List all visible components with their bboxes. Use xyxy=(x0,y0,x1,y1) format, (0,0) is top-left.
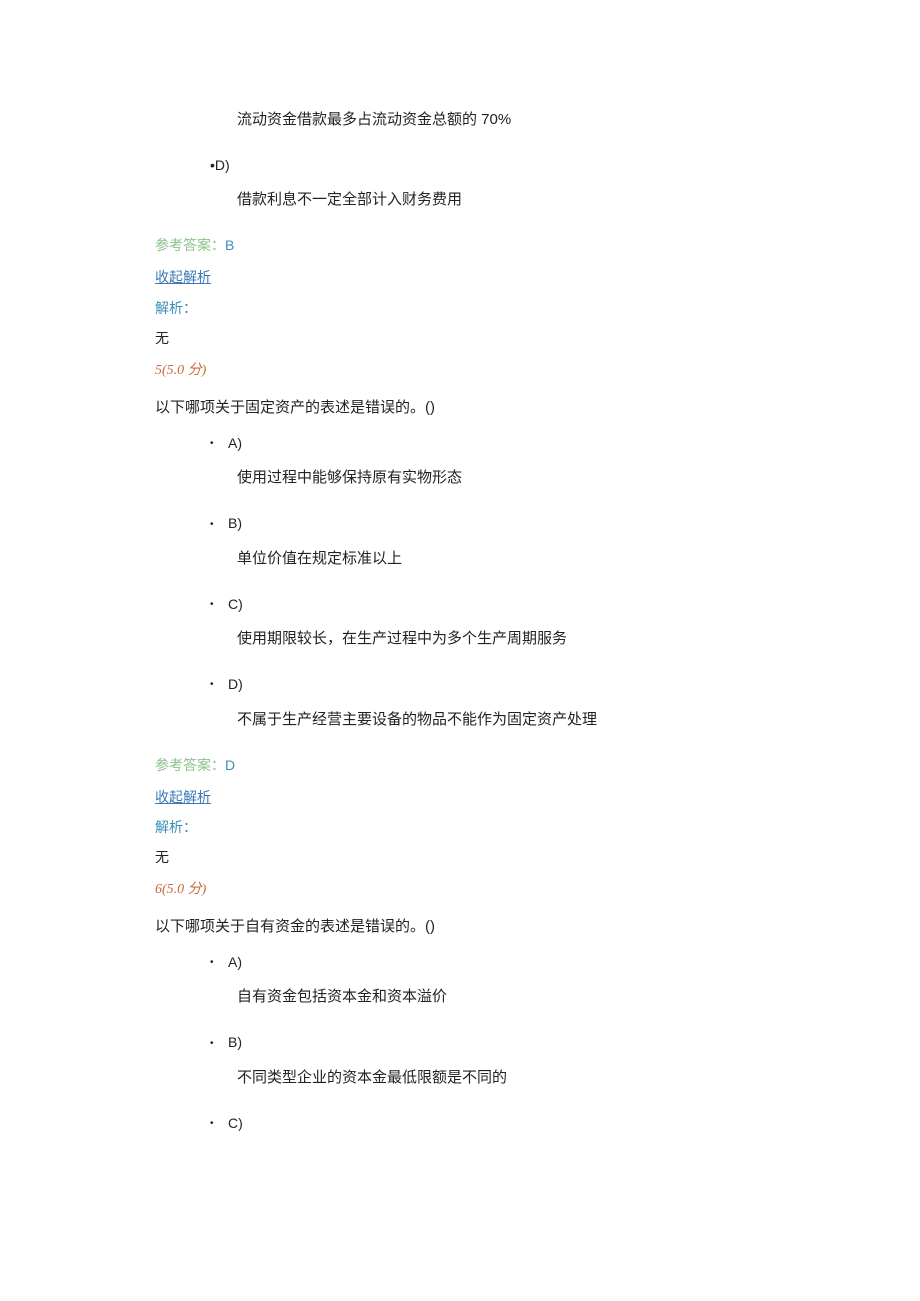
q4-option-d-text: 借款利息不一定全部计入财务费用 xyxy=(237,188,765,212)
q5-option-a-text: 使用过程中能够保持原有实物形态 xyxy=(237,466,765,490)
q4-answer-value: B xyxy=(225,237,234,253)
q5-option-c-bullet: •C) xyxy=(210,593,765,615)
q6-option-b-bullet: •B) xyxy=(210,1031,765,1053)
q6-option-a-bullet: •A) xyxy=(210,951,765,973)
q6-option-c-bullet: •C) xyxy=(210,1112,765,1134)
q5-collapse-link[interactable]: 收起解析 xyxy=(155,786,765,808)
q4-answer-label: 参考答案： xyxy=(155,237,225,253)
q4-option-d-bullet: •D) xyxy=(210,154,765,176)
q5-number: 5(5.0 分) xyxy=(155,360,765,382)
q5-analysis-label: 解析： xyxy=(155,816,765,838)
q5-option-a-bullet: •A) xyxy=(210,432,765,454)
q5-option-c-text: 使用期限较长，在生产过程中为多个生产周期服务 xyxy=(237,627,765,651)
q5-answer-value: D xyxy=(225,757,235,773)
q5-option-b-text: 单位价值在规定标准以上 xyxy=(237,547,765,571)
q4-analysis-label: 解析： xyxy=(155,297,765,319)
q5-answer-label: 参考答案： xyxy=(155,757,225,773)
q5-text: 以下哪项关于固定资产的表述是错误的。() xyxy=(155,396,765,420)
q4-analysis-value-none: 无 xyxy=(155,327,765,349)
q6-number: 6(5.0 分) xyxy=(155,879,765,901)
q6-text: 以下哪项关于自有资金的表述是错误的。() xyxy=(155,915,765,939)
q4-collapse-link[interactable]: 收起解析 xyxy=(155,266,765,288)
q5-option-b-bullet: •B) xyxy=(210,512,765,534)
q5-option-d-text: 不属于生产经营主要设备的物品不能作为固定资产处理 xyxy=(237,708,765,732)
q6-option-b-text: 不同类型企业的资本金最低限额是不同的 xyxy=(237,1066,765,1090)
q5-option-d-bullet: •D) xyxy=(210,673,765,695)
q5-analysis-value-none: 无 xyxy=(155,846,765,868)
q6-option-a-text: 自有资金包括资本金和资本溢价 xyxy=(237,985,765,1009)
q4-option-c-text: 流动资金借款最多占流动资金总额的 70% xyxy=(237,108,765,132)
